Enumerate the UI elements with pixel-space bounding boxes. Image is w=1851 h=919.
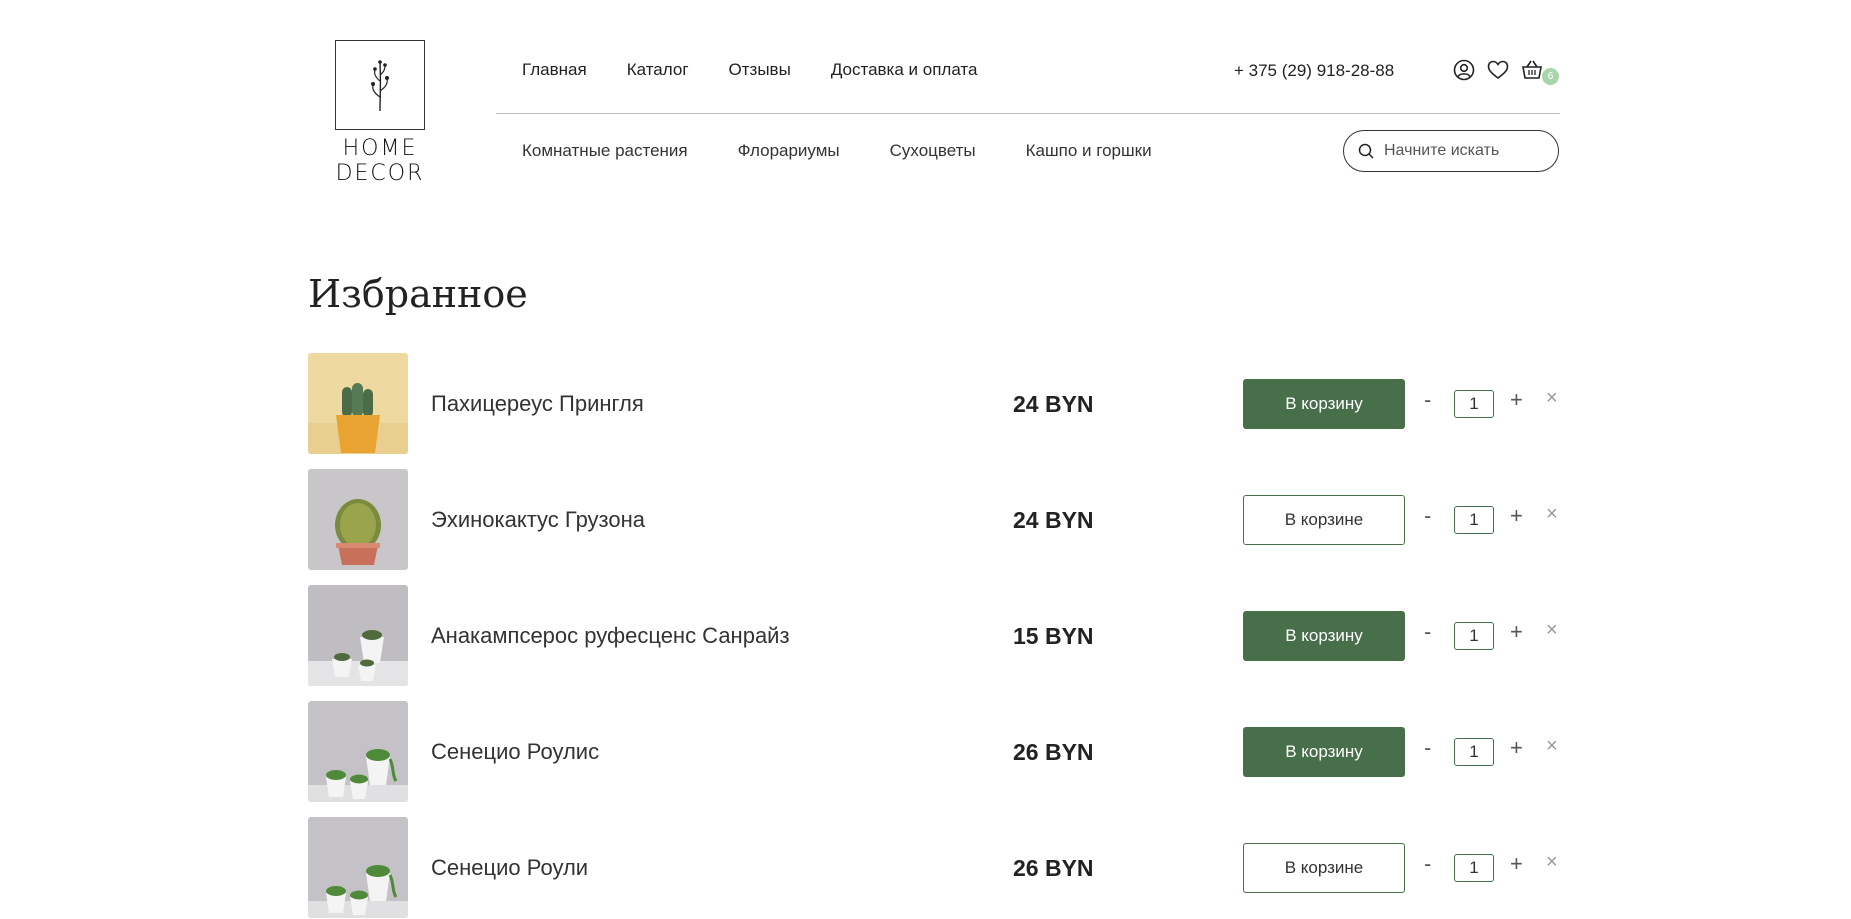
search-box	[1343, 130, 1559, 172]
list-item: Сенецио Роули 26 BYN В корзине - + ×	[308, 817, 1560, 919]
favorites-list: Пахицереус Прингля 24 BYN В корзину - + …	[308, 353, 1560, 919]
qty-increment-button[interactable]: +	[1510, 503, 1523, 529]
logo-text: HOME DECOR	[335, 136, 425, 186]
qty-input[interactable]	[1454, 622, 1494, 650]
qty-input[interactable]	[1454, 854, 1494, 882]
qty-decrement-button[interactable]: -	[1424, 619, 1431, 645]
nav-item-delivery[interactable]: Доставка и оплата	[831, 60, 978, 80]
product-price: 15 BYN	[1013, 623, 1094, 649]
product-image[interactable]	[308, 585, 408, 686]
add-to-cart-button[interactable]: В корзину	[1243, 611, 1405, 661]
list-item: Пахицереус Прингля 24 BYN В корзину - + …	[308, 353, 1560, 469]
nav-item-reviews[interactable]: Отзывы	[729, 60, 791, 80]
product-image[interactable]	[308, 353, 408, 454]
qty-increment-button[interactable]: +	[1510, 387, 1523, 413]
product-image[interactable]	[308, 817, 408, 918]
product-name[interactable]: Сенецио Роули	[431, 855, 588, 881]
remove-button[interactable]: ×	[1546, 619, 1558, 642]
search-icon	[1358, 143, 1374, 159]
remove-button[interactable]: ×	[1546, 735, 1558, 758]
phone-number[interactable]: + 375 (29) 918-28-88	[1234, 61, 1394, 81]
qty-decrement-button[interactable]: -	[1424, 503, 1431, 529]
qty-decrement-button[interactable]: -	[1424, 851, 1431, 877]
cart-button[interactable]: 6	[1520, 58, 1559, 85]
in-cart-button[interactable]: В корзине	[1243, 843, 1405, 893]
product-price: 24 BYN	[1013, 507, 1094, 533]
product-image[interactable]	[308, 701, 408, 802]
basket-icon	[1522, 60, 1542, 79]
product-price: 24 BYN	[1013, 391, 1094, 417]
search-input[interactable]	[1384, 142, 1544, 160]
remove-button[interactable]: ×	[1546, 387, 1558, 410]
qty-input[interactable]	[1454, 738, 1494, 766]
header-divider	[496, 113, 1560, 114]
nav-item-catalog[interactable]: Каталог	[627, 60, 689, 80]
qty-increment-button[interactable]: +	[1510, 619, 1523, 645]
category-pots[interactable]: Кашпо и горшки	[1026, 141, 1152, 161]
header-icons: 6	[1452, 58, 1559, 85]
list-item: Анакампсерос руфесценс Санрайз 15 BYN В …	[308, 585, 1560, 701]
user-icon[interactable]	[1452, 58, 1476, 82]
in-cart-button[interactable]: В корзине	[1243, 495, 1405, 545]
product-image[interactable]	[308, 469, 408, 570]
remove-button[interactable]: ×	[1546, 503, 1558, 526]
branch-icon	[335, 40, 425, 130]
remove-button[interactable]: ×	[1546, 851, 1558, 874]
logo[interactable]: HOME DECOR	[310, 40, 450, 186]
add-to-cart-button[interactable]: В корзину	[1243, 727, 1405, 777]
qty-input[interactable]	[1454, 506, 1494, 534]
product-name[interactable]: Сенецио Роулис	[431, 739, 599, 765]
product-name[interactable]: Анакампсерос руфесценс Санрайз	[431, 623, 790, 649]
product-name[interactable]: Пахицереус Прингля	[431, 391, 644, 417]
category-florariums[interactable]: Флорариумы	[738, 141, 840, 161]
qty-decrement-button[interactable]: -	[1424, 735, 1431, 761]
page-title: Избранное	[308, 272, 528, 316]
product-price: 26 BYN	[1013, 855, 1094, 881]
heart-icon[interactable]	[1486, 58, 1510, 82]
product-name[interactable]: Эхинокактус Грузона	[431, 507, 645, 533]
qty-increment-button[interactable]: +	[1510, 735, 1523, 761]
qty-input[interactable]	[1454, 390, 1494, 418]
category-house-plants[interactable]: Комнатные растения	[522, 141, 688, 161]
product-price: 26 BYN	[1013, 739, 1094, 765]
add-to-cart-button[interactable]: В корзину	[1243, 379, 1405, 429]
top-nav: Главная Каталог Отзывы Доставка и оплата	[522, 60, 977, 80]
list-item: Сенецио Роулис 26 BYN В корзину - + ×	[308, 701, 1560, 817]
list-item: Эхинокактус Грузона 24 BYN В корзине - +…	[308, 469, 1560, 585]
cart-count-badge: 6	[1542, 68, 1559, 85]
category-dried-flowers[interactable]: Сухоцветы	[890, 141, 976, 161]
category-nav: Комнатные растения Флорариумы Сухоцветы …	[522, 141, 1152, 161]
nav-item-home[interactable]: Главная	[522, 60, 587, 80]
qty-decrement-button[interactable]: -	[1424, 387, 1431, 413]
qty-increment-button[interactable]: +	[1510, 851, 1523, 877]
